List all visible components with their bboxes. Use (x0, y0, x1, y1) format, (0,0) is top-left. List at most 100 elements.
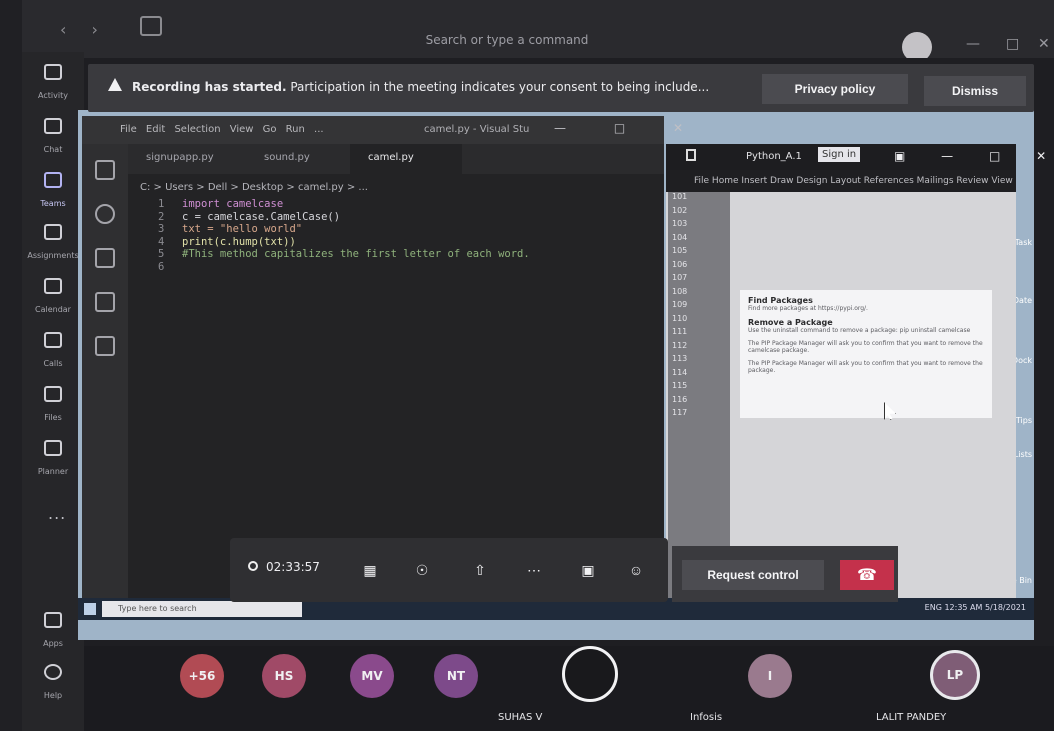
rail-label: Activity (38, 91, 68, 100)
line-number: 110 (672, 313, 688, 323)
request-control-button[interactable]: Request control (682, 560, 824, 590)
rail-item-apps[interactable]: Apps (22, 612, 84, 650)
rail-item-chat[interactable]: Chat (22, 118, 84, 156)
meeting-timer: 02:33:57 (248, 560, 320, 574)
doc-paragraph: Find more packages at https://pypi.org/. (748, 305, 868, 312)
save-icon[interactable] (686, 149, 696, 161)
tab-signupapp[interactable]: signupapp.py (146, 152, 214, 163)
line-number: 104 (672, 232, 688, 242)
rail-label: Files (44, 413, 62, 422)
rail-item-files[interactable]: Files (22, 386, 84, 424)
desktop-icon-label: Task (1014, 238, 1032, 247)
speaker-avatar[interactable] (562, 646, 618, 702)
more-participants-badge[interactable]: +56 (180, 654, 224, 698)
participant-avatar[interactable]: I (748, 654, 792, 698)
document-window-controls[interactable]: ▣ — □ ✕ (894, 149, 1054, 163)
code-line: 6 (158, 261, 530, 274)
compose-icon[interactable] (140, 16, 162, 36)
rail-item-help[interactable]: Help (22, 664, 84, 702)
vscode-window-controls[interactable]: — □ ✕ (554, 121, 705, 135)
rail-label: Assignments (27, 251, 79, 260)
document-page[interactable]: Find Packages Find more packages at http… (740, 290, 992, 418)
run-debug-icon[interactable] (95, 292, 115, 312)
request-control-panel: Request control ☎ (672, 546, 898, 602)
taskbar-search-input[interactable]: Type here to search (102, 601, 302, 617)
participant-avatar[interactable]: HS (262, 654, 306, 698)
chat-icon[interactable]: ▣ (574, 556, 602, 584)
line-number: 107 (672, 273, 688, 282)
line-number: 114 (672, 367, 688, 377)
doc-paragraph: The PIP Package Manager will ask you to … (748, 360, 983, 374)
vscode-menu[interactable]: File Edit Selection View Go Run ... (120, 124, 324, 135)
rail-item-activity[interactable]: Activity (22, 64, 84, 102)
code-line: 2 c = camelcase.CamelCase() (158, 211, 530, 224)
desktop-icon-label: Tips (1015, 416, 1032, 425)
rail-item-teams[interactable]: Teams (22, 172, 84, 210)
tab-camel[interactable]: camel.py (368, 152, 414, 163)
mic-off-icon[interactable]: ☉ (408, 556, 436, 584)
doc-heading: Find Packages (748, 296, 813, 305)
rail-label: Chat (43, 145, 63, 154)
line-number: 113 (672, 354, 688, 363)
document-window: Python_A.1 Sign in ▣ — □ ✕ File Home Ins… (666, 144, 1046, 600)
app-rail: Activity Chat Teams Assignments Calendar… (22, 52, 84, 731)
help-icon (44, 664, 62, 680)
rail-item-calendar[interactable]: Calendar (22, 278, 84, 316)
doc-heading: Remove a Package (748, 318, 833, 327)
line-number: 109 (672, 300, 688, 309)
warning-icon (108, 78, 122, 91)
rail-item-planner[interactable]: Planner (22, 440, 84, 478)
code-text: txt = "hello world" (182, 223, 303, 235)
code-editor[interactable]: 1 import camelcase 2 c = camelcase.CamelCa… (158, 198, 530, 273)
timer-text: 02:33:57 (266, 560, 320, 574)
back-forward-arrows[interactable]: ‹ › (60, 20, 108, 39)
planner-icon (44, 440, 62, 456)
line-number: 116 (672, 394, 688, 404)
participants-icon[interactable]: ☺ (622, 556, 650, 584)
rail-label: Calls (43, 359, 63, 368)
code-text: print(c.hump(txt)) (182, 235, 296, 248)
extensions-icon[interactable] (95, 336, 115, 356)
rail-label: Teams (40, 199, 66, 208)
assignments-icon (44, 224, 62, 240)
windows-start-icon[interactable] (84, 603, 96, 615)
breadcrumb[interactable]: C: > Users > Dell > Desktop > camel.py >… (140, 182, 368, 193)
line-number: 105 (672, 246, 688, 255)
tab-sound[interactable]: sound.py (264, 152, 310, 163)
line-number: 1 (158, 198, 165, 210)
maximize-button[interactable]: □ (1006, 36, 1019, 52)
sign-in-button[interactable]: Sign in (818, 147, 861, 162)
bell-icon (44, 64, 62, 80)
explorer-icon[interactable] (95, 160, 115, 180)
more-apps-ellipsis[interactable]: ... (48, 504, 66, 523)
minimize-button[interactable]: — (966, 36, 980, 52)
dismiss-button[interactable]: Dismiss (924, 76, 1026, 106)
vscode-title: camel.py - Visual Stu (424, 124, 530, 135)
participant-avatar[interactable]: LP (930, 650, 980, 700)
search-input[interactable]: Search or type a command (382, 28, 632, 52)
source-control-icon[interactable] (95, 248, 115, 268)
code-line: 4 print(c.hump(txt)) (158, 236, 530, 249)
line-number: 117 (672, 408, 688, 417)
vscode-activity-bar (82, 144, 128, 600)
line-number: 115 (672, 381, 688, 390)
more-actions-icon[interactable]: ⋯ (520, 556, 548, 584)
system-tray[interactable]: ENG 12:35 AM 5/18/2021 (925, 603, 1026, 612)
code-text: import camelcase (182, 198, 284, 210)
rail-item-calls[interactable]: Calls (22, 332, 84, 370)
participant-avatar[interactable]: NT (434, 654, 478, 698)
rail-item-assignments[interactable]: Assignments (22, 224, 84, 262)
teams-meeting-window: ‹ › Search or type a command — □ ✕ Activ… (0, 0, 1054, 731)
vscode-window: File Edit Selection View Go Run ... came… (82, 116, 683, 600)
search-icon[interactable] (95, 204, 115, 224)
code-line: 5 #This method capitalizes the first lett… (158, 248, 530, 261)
close-button[interactable]: ✕ (1038, 36, 1050, 52)
hang-up-button[interactable]: ☎ (840, 560, 894, 590)
thumbnail-pane: 101 102 103 104 105 106 107 108 109 110 … (668, 192, 730, 600)
participant-avatar[interactable]: MV (350, 654, 394, 698)
share-screen-icon[interactable]: ⇧ (466, 556, 494, 584)
file-icon (44, 386, 62, 402)
camera-off-icon[interactable]: ▦ (356, 556, 384, 584)
ribbon-menu[interactable]: File Home Insert Draw Design Layout Refe… (666, 170, 1016, 192)
privacy-policy-button[interactable]: Privacy policy (762, 74, 908, 104)
